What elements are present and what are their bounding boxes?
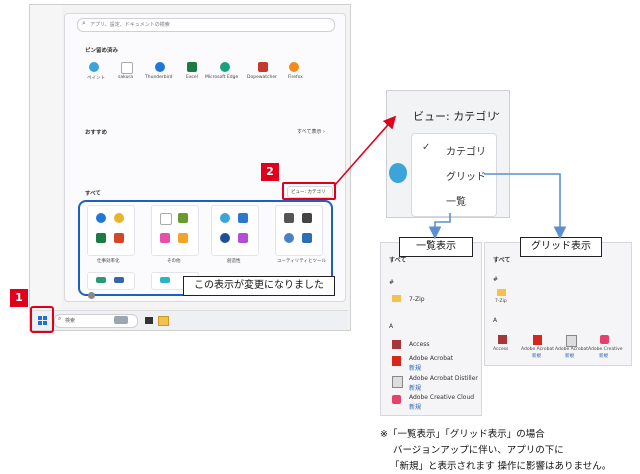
footnote: ※「一覧表示」「グリッド表示」の場合 バージョンアップに伴い、アプリの下に 「新… xyxy=(380,426,640,472)
annotation-arrows xyxy=(333,115,567,240)
footnote-line: バージョンアップに伴い、アプリの下に xyxy=(393,445,564,456)
footnote-line: 「新規」と表示されます 操作に影響はありません。 xyxy=(390,461,612,472)
footnote-line: ※「一覧表示」「グリッド表示」の場合 xyxy=(380,429,545,440)
blue-connector-list xyxy=(428,213,451,240)
red-arrow xyxy=(333,115,397,187)
blue-connector-grid xyxy=(484,173,567,240)
